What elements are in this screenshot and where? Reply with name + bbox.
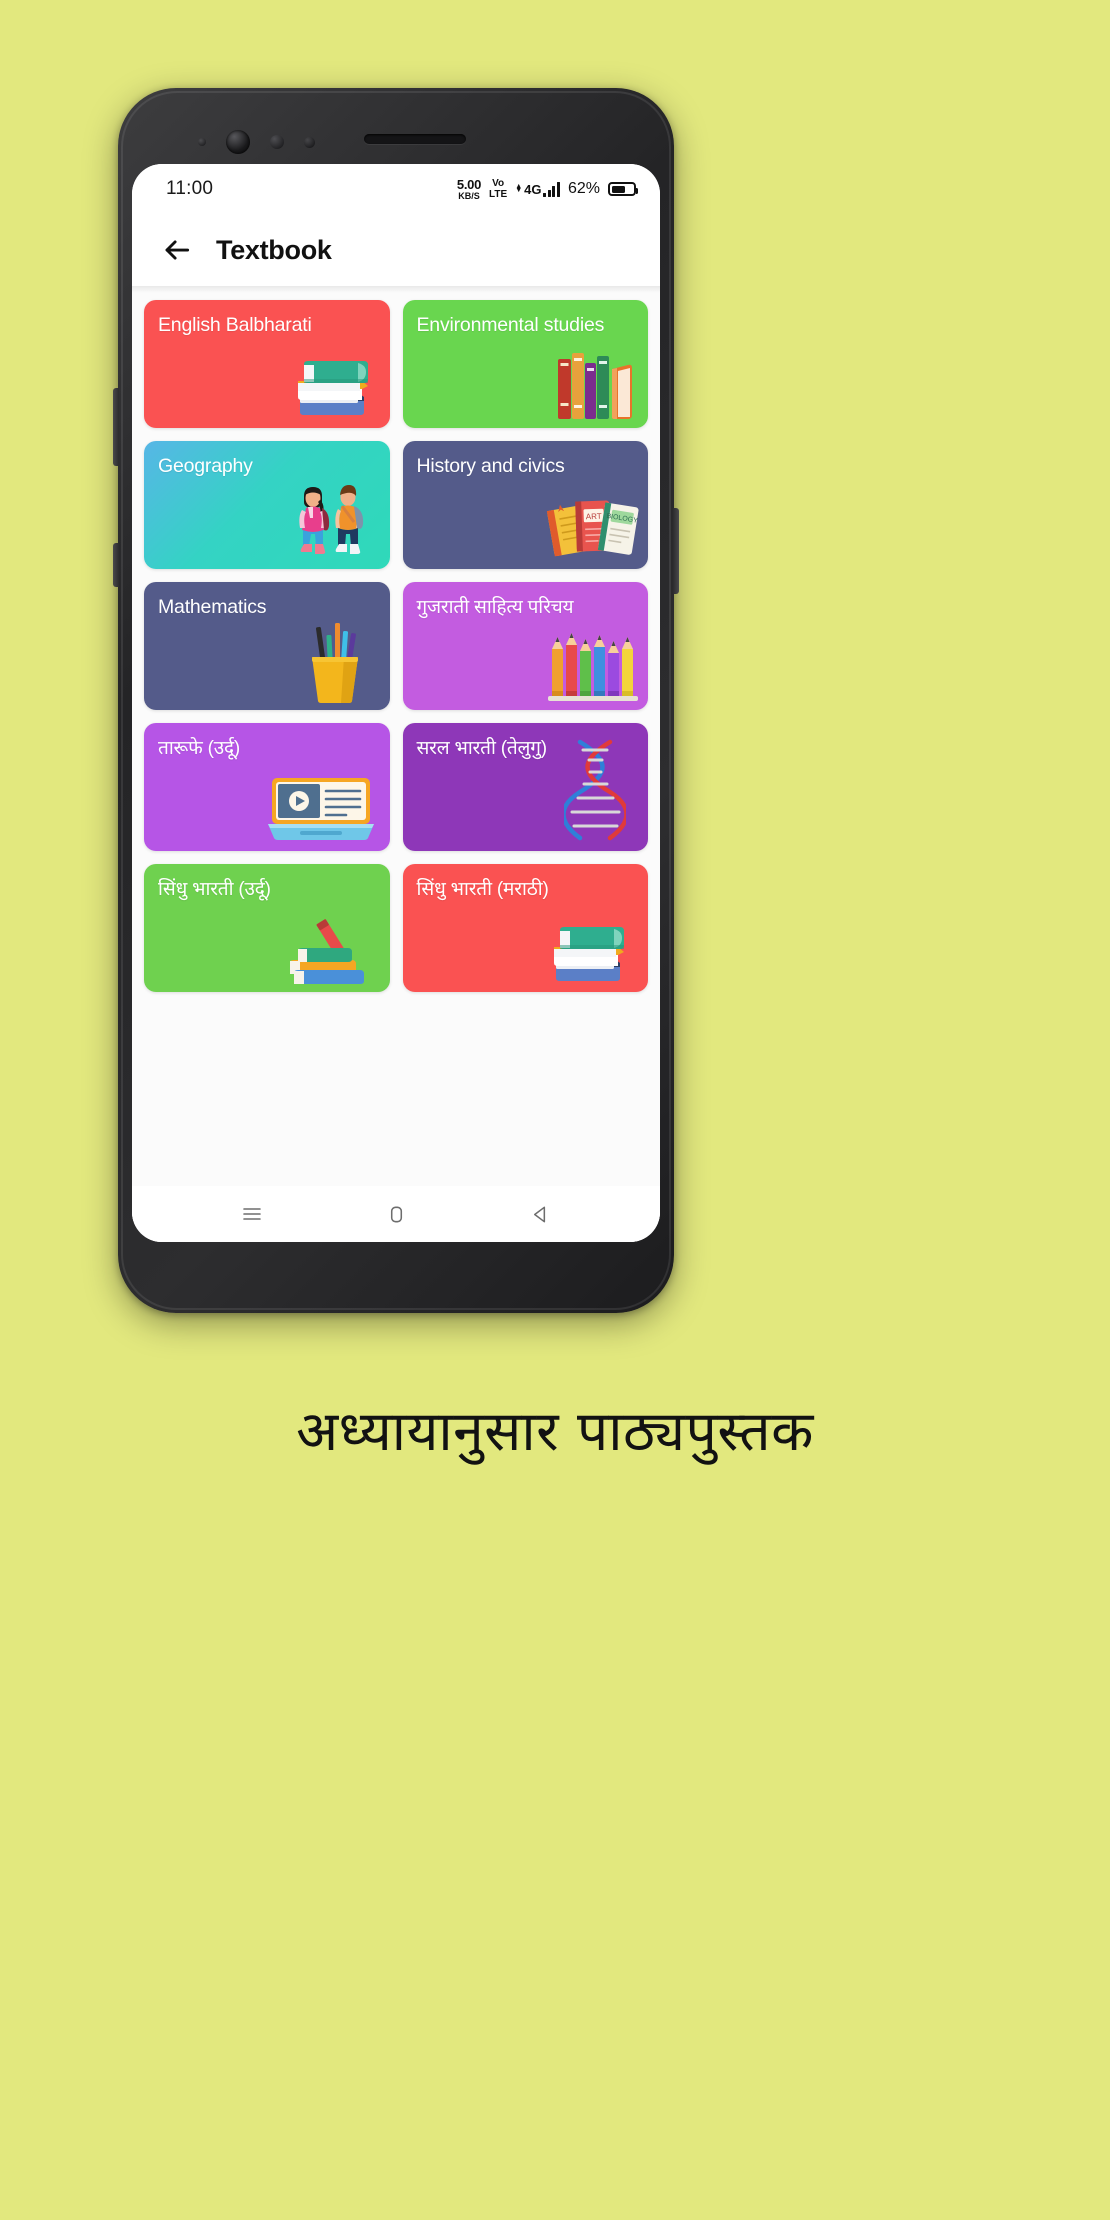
- phone-mockup: 11:00 5.00 KB/S Vo LTE ▲ ▼ 4G 62% Textbo…: [113, 88, 679, 1313]
- notebooks-icon: ART BIOLOGY: [542, 489, 642, 564]
- home-square-icon[interactable]: [381, 1199, 411, 1229]
- card-title: गुजराती साहित्य परिचय: [416, 597, 574, 618]
- menu-icon[interactable]: [237, 1199, 267, 1229]
- signal-bars-icon: [543, 181, 560, 197]
- textbook-card-environmental-studies[interactable]: Environmental studies: [402, 300, 648, 428]
- app-bar: Textbook: [132, 214, 660, 286]
- network-speed-indicator: 5.00 KB/S: [457, 178, 481, 201]
- status-indicators: 5.00 KB/S Vo LTE ▲ ▼ 4G 62%: [457, 177, 638, 201]
- book-stack-icon: [290, 339, 382, 424]
- power-button[interactable]: [673, 508, 679, 594]
- textbook-card-sindhu-bharti-urdu[interactable]: सिंधु भारती (उर्दू): [144, 864, 390, 992]
- textbook-card-saral-bharti-telugu[interactable]: सरल भारती (तेलुगु): [402, 723, 648, 851]
- volte-line-2: LTE: [489, 188, 508, 200]
- pencil-cup-icon: [294, 613, 372, 710]
- textbook-card-geography[interactable]: Geography: [144, 441, 390, 569]
- light-sensor-icon: [270, 135, 284, 149]
- caption-text: अध्यायानुसार पाठ्यपुस्तक: [296, 1399, 814, 1463]
- card-title: सरल भारती (तेलुगु): [416, 738, 548, 759]
- textbook-card-taarufe-urdu[interactable]: तारूफे (उर्दू): [144, 723, 390, 851]
- phone-top-bezel: [132, 102, 660, 164]
- data-transfer-arrows-icon: ▲ ▼: [515, 183, 523, 195]
- books-pencil-icon: [282, 913, 378, 990]
- page-title: Textbook: [216, 234, 332, 265]
- card-title: सिंधु भारती (मराठी): [416, 879, 549, 900]
- back-triangle-icon[interactable]: [525, 1199, 555, 1229]
- open-book-video-icon: [266, 770, 376, 847]
- network-type-label: 4G: [524, 181, 542, 197]
- card-title: Mathematics: [158, 596, 267, 618]
- card-title: तारूफे (उर्दू): [158, 738, 240, 759]
- svg-text:BIOLOGY: BIOLOGY: [606, 513, 639, 525]
- card-title: सिंधु भारती (उर्दू): [158, 879, 271, 900]
- android-navigation-bar: [132, 1186, 660, 1242]
- card-title: Environmental studies: [416, 314, 605, 336]
- textbook-list-scroll[interactable]: English Balbharati Environmental studies…: [132, 286, 660, 1242]
- textbook-card-history-and-civics[interactable]: History and civics ART BIOLOGY: [402, 441, 648, 569]
- textbook-card-mathematics[interactable]: Mathematics: [144, 582, 390, 710]
- status-bar: 11:00 5.00 KB/S Vo LTE ▲ ▼ 4G 62%: [132, 164, 660, 214]
- volte-icon: Vo LTE: [489, 177, 508, 200]
- network-speed-unit: KB/S: [458, 190, 480, 201]
- svg-text:ART: ART: [586, 512, 602, 522]
- textbook-card-sindhu-bharti-marathi[interactable]: सिंधु भारती (मराठी): [402, 864, 648, 992]
- colored-pencils-icon: [544, 631, 642, 708]
- front-camera-icon: [226, 130, 250, 154]
- earpiece-speaker-icon: [364, 134, 466, 144]
- textbook-grid: English Balbharati Environmental studies…: [144, 300, 648, 992]
- volte-line-1: Vo: [492, 177, 505, 189]
- volume-down-button[interactable]: [113, 543, 119, 587]
- network-speed-value: 5.00: [456, 176, 482, 192]
- battery-percent-label: 62%: [567, 180, 600, 197]
- textbook-card-english-balbharati[interactable]: English Balbharati: [144, 300, 390, 428]
- card-title: Geography: [158, 455, 253, 477]
- proximity-sensor-icon: [198, 138, 206, 146]
- textbook-card-gujarati-sahitya-parichay[interactable]: गुजराती साहित्य परिचय: [402, 582, 648, 710]
- card-title: English Balbharati: [158, 314, 312, 336]
- card-title: History and civics: [416, 455, 565, 477]
- book-stack-icon: [546, 905, 638, 990]
- arrow-left-icon[interactable]: [162, 235, 192, 265]
- battery-icon: [608, 182, 638, 196]
- phone-screen: 11:00 5.00 KB/S Vo LTE ▲ ▼ 4G 62% Textbo…: [132, 164, 660, 1242]
- upright-books-icon: [544, 343, 640, 426]
- students-walking-icon: [284, 470, 376, 567]
- mobile-signal-indicator: ▲ ▼ 4G: [515, 181, 560, 197]
- volume-up-button[interactable]: [113, 388, 119, 466]
- status-clock: 11:00: [166, 178, 214, 199]
- sensor-cluster: [198, 130, 315, 154]
- ir-sensor-icon: [304, 136, 315, 148]
